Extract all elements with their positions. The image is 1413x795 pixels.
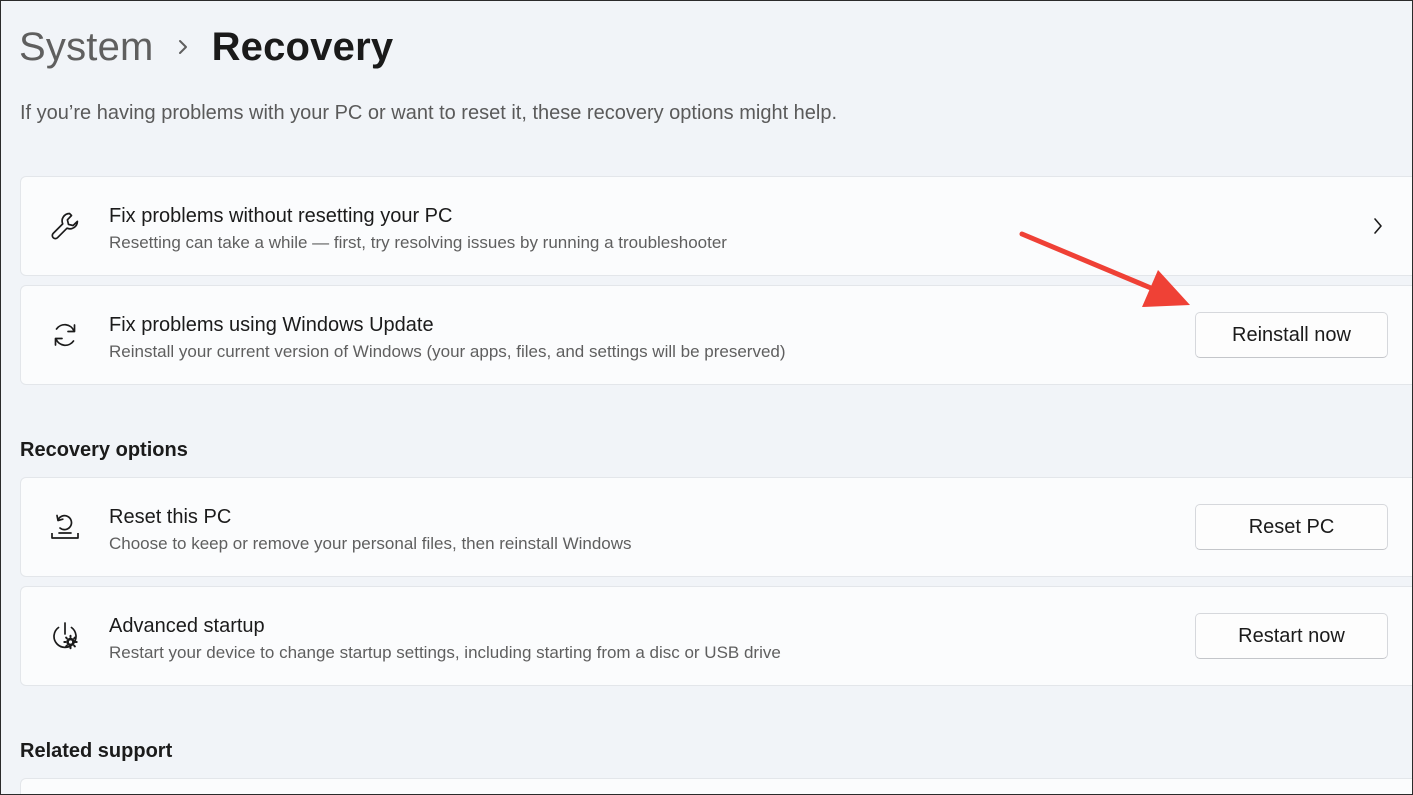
card-description: Resetting can take a while — first, try …: [109, 233, 727, 252]
chevron-right-icon: [154, 38, 212, 56]
page-title: Recovery: [211, 24, 394, 69]
card-title: Advanced startup: [109, 615, 265, 637]
card-description: Choose to keep or remove your personal f…: [109, 534, 632, 553]
advanced-startup-card: Advanced startup Restart your device to …: [20, 586, 1412, 686]
restart-now-button[interactable]: Restart now: [1195, 613, 1388, 659]
reinstall-now-button[interactable]: Reinstall now: [1195, 312, 1388, 358]
related-support-header: Related support: [20, 740, 173, 762]
reset-pc-button[interactable]: Reset PC: [1195, 504, 1388, 550]
card-title: Reset this PC: [109, 506, 232, 528]
card-title: Fix problems using Windows Update: [109, 314, 434, 336]
card-description: Restart your device to change startup se…: [109, 643, 781, 662]
page-description: If you’re having problems with your PC o…: [20, 102, 838, 124]
related-support-card[interactable]: [20, 778, 1412, 794]
sync-icon: [47, 317, 83, 353]
reset-pc-icon: [47, 509, 83, 545]
breadcrumb: System Recovery: [19, 19, 393, 75]
recovery-options-header: Recovery options: [20, 439, 188, 461]
wrench-icon: [47, 208, 83, 244]
advanced-startup-icon: [47, 618, 83, 654]
card-title: Fix problems without resetting your PC: [109, 205, 453, 227]
chevron-right-icon[interactable]: [1369, 215, 1387, 237]
card-description: Reinstall your current version of Window…: [109, 342, 786, 361]
fix-problems-troubleshooter-card[interactable]: Fix problems without resetting your PC R…: [20, 176, 1412, 276]
fix-problems-windows-update-card: Fix problems using Windows Update Reinst…: [20, 285, 1412, 385]
settings-window: System Recovery If you’re having problem…: [0, 0, 1413, 795]
breadcrumb-system-link[interactable]: System: [19, 25, 154, 70]
reset-this-pc-card: Reset this PC Choose to keep or remove y…: [20, 477, 1412, 577]
